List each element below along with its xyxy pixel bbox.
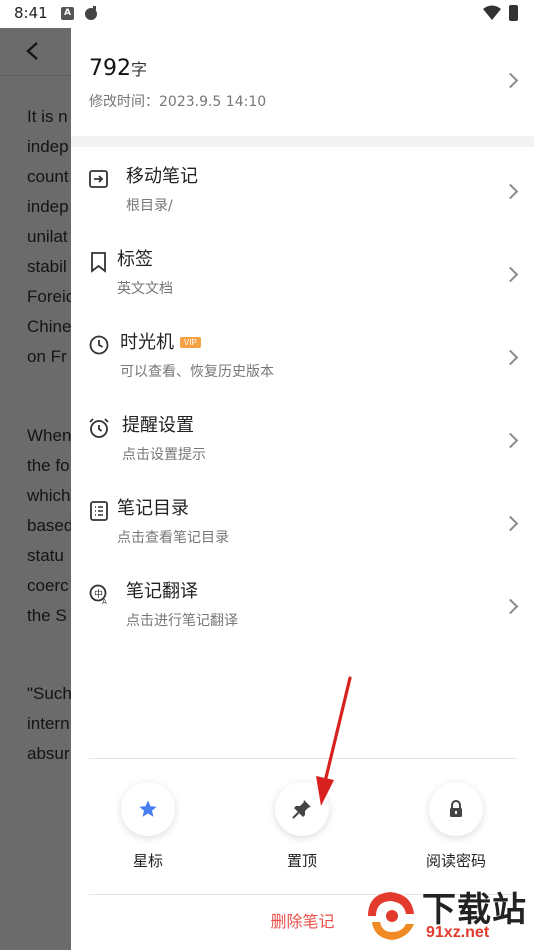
site-watermark: 下载站 91xz.net bbox=[362, 880, 532, 948]
annotation-arrow bbox=[316, 676, 352, 806]
watermark-logo bbox=[368, 892, 414, 940]
watermark-url: 91xz.net bbox=[426, 924, 490, 941]
